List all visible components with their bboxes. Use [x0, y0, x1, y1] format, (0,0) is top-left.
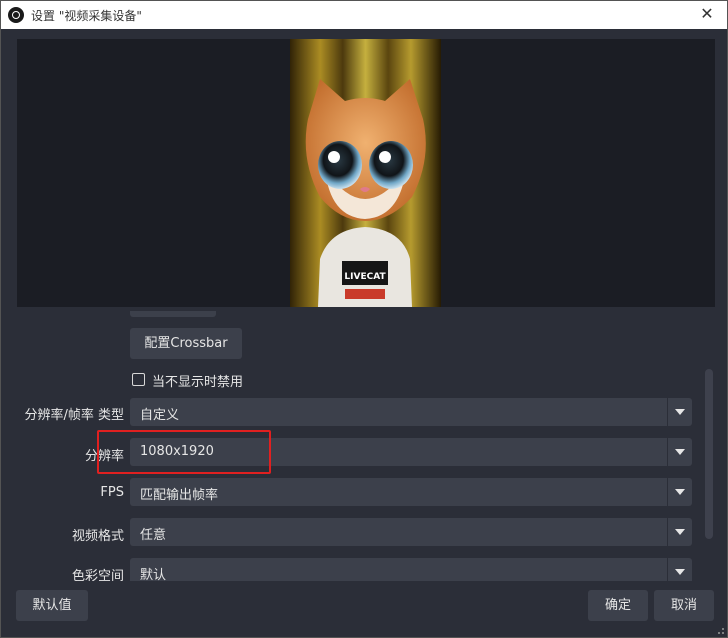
scrollbar-thumb[interactable]: [705, 369, 713, 539]
chevron-down-icon[interactable]: [667, 398, 692, 426]
cat-avatar-image: LIVECAT: [290, 39, 441, 307]
defaults-button[interactable]: 默认值: [16, 590, 88, 621]
color-space-label: 色彩空间: [71, 569, 124, 581]
settings-dialog: 设置 "视频采集设备" ✕ LIVECAT 配置Crossbar 当不显示时禁用…: [0, 0, 728, 638]
resolution-type-value: 自定义: [140, 408, 180, 423]
configure-crossbar-button[interactable]: 配置Crossbar: [130, 328, 242, 359]
fps-label: FPS: [100, 485, 124, 500]
video-format-select[interactable]: 任意: [130, 518, 692, 546]
close-icon[interactable]: ✕: [693, 3, 721, 27]
resize-grip-icon[interactable]: [715, 625, 725, 635]
properties-scroll-area[interactable]: 配置Crossbar 当不显示时禁用 分辨率/帧率 类型 自定义 分辨率 108…: [17, 311, 715, 581]
hoodie-print-text: LIVECAT: [344, 272, 386, 282]
highlight-annotation-box: [97, 430, 271, 474]
video-format-value: 任意: [140, 528, 167, 543]
ok-button[interactable]: 确定: [588, 590, 648, 621]
chevron-down-icon[interactable]: [667, 558, 692, 581]
color-space-value: 默认: [140, 568, 167, 581]
chevron-down-icon[interactable]: [667, 518, 692, 546]
video-preview: LIVECAT: [17, 39, 715, 307]
video-format-label: 视频格式: [71, 529, 124, 544]
preview-image: LIVECAT: [290, 39, 441, 307]
resolution-type-label: 分辨率/帧率 类型: [24, 408, 124, 423]
crossbar-button-partial[interactable]: [130, 311, 216, 317]
obs-app-icon: [8, 7, 24, 23]
resolution-type-select[interactable]: 自定义: [130, 398, 692, 426]
color-space-select[interactable]: 默认: [130, 558, 692, 581]
disable-when-hidden-checkbox[interactable]: [132, 373, 145, 386]
cancel-button[interactable]: 取消: [654, 590, 714, 621]
disable-when-hidden-label: 当不显示时禁用: [152, 375, 244, 390]
title-bar: 设置 "视频采集设备" ✕: [1, 1, 727, 29]
fps-select[interactable]: 匹配输出帧率: [130, 478, 692, 506]
chevron-down-icon[interactable]: [667, 478, 692, 506]
chevron-down-icon[interactable]: [667, 438, 692, 466]
window-title: 设置 "视频采集设备": [31, 9, 142, 23]
fps-value: 匹配输出帧率: [140, 488, 219, 503]
vertical-scrollbar[interactable]: [705, 315, 713, 577]
